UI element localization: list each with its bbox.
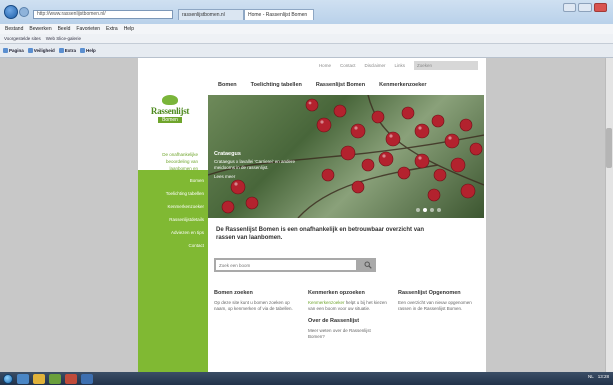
column-subtitle: Over de Rassenlijst: [308, 318, 360, 324]
content-column: Bomen zoeken Op deze site kunt u bomen z…: [214, 290, 294, 312]
sidebar-item-contact[interactable]: Contact: [188, 243, 204, 248]
hero-caption: Crataegus Crataegus x lavallei 'Carriere…: [214, 151, 306, 180]
menu-item[interactable]: Extra: [106, 26, 118, 32]
hero-text: Crataegus x lavallei 'Carrierei' en ande…: [214, 159, 296, 170]
intro-text: De Rassenlijst Bomen is een onafhankelij…: [216, 227, 425, 241]
column-text: Een overzicht van nieuw opgenomen rassen…: [398, 300, 472, 311]
menu-bar: Bestand Bewerken Beeld Favorieten Extra …: [0, 24, 613, 34]
slider-dot-active[interactable]: [423, 208, 427, 212]
sidebar-item-details[interactable]: Rassenlijstdetails: [169, 217, 204, 222]
topnav-disclaimer[interactable]: Disclaimer: [364, 63, 385, 68]
minimize-button[interactable]: [563, 3, 577, 12]
column-text: Meer weten over de Rassenlijst Bomen?: [308, 328, 371, 339]
content-column: Rassenlijst Opgenomen Een overzicht van …: [398, 290, 478, 312]
window-controls: [563, 3, 607, 13]
scrollbar-thumb[interactable]: [606, 128, 612, 168]
main-nav: Bomen Toelichting tabellen Rassenlijst B…: [218, 82, 427, 88]
column-title: Kenmerken opzoeken: [308, 290, 365, 296]
topnav-home[interactable]: Home: [319, 63, 331, 68]
tagline-line: De onafhankelijke: [162, 152, 198, 157]
topnav-links[interactable]: Links: [394, 63, 405, 68]
sidebar-item-adviezen[interactable]: Adviezen en tips: [171, 230, 204, 235]
menu-item[interactable]: Beeld: [58, 26, 71, 32]
sidebar-list: Bomen Toelichting tabellen Kenmerkenzoek…: [140, 178, 204, 248]
folder-icon[interactable]: [33, 373, 45, 384]
command-tools[interactable]: Extra: [58, 48, 76, 53]
column-title: Bomen zoeken: [214, 290, 253, 296]
mainnav-rassenlijst[interactable]: Rassenlijst Bomen: [316, 82, 365, 88]
back-button[interactable]: [4, 5, 18, 19]
sidebar-item-toelichting[interactable]: Toelichting tabellen: [166, 191, 204, 196]
clock[interactable]: 13:28: [598, 374, 609, 379]
browser-tab-active[interactable]: Home - Rassenlijst Bomen: [244, 9, 314, 20]
system-tray: NL 13:28: [588, 374, 609, 379]
maximize-button[interactable]: [578, 3, 592, 12]
browser-tab[interactable]: rassenlijstbomen.nl: [178, 9, 244, 20]
topnav-contact[interactable]: Contact: [340, 63, 356, 68]
forward-button[interactable]: [19, 7, 29, 17]
column-text: Kenmerkenzoeker helpt u bij het kiezen v…: [308, 300, 388, 312]
scrollbar[interactable]: [605, 58, 613, 372]
command-safety[interactable]: Veiligheid: [27, 48, 55, 53]
address-bar[interactable]: http://www.rassenlijstbomen.nl/: [33, 10, 173, 19]
content-column: Kenmerken opzoeken Kenmerkenzoeker helpt…: [308, 290, 388, 340]
word-icon[interactable]: [81, 373, 93, 384]
slider-dot[interactable]: [430, 208, 434, 212]
logo[interactable]: Rassenlijst Bomen: [144, 94, 196, 146]
mainnav-toelichting[interactable]: Toelichting tabellen: [251, 82, 302, 88]
website: Home Contact Disclaimer Links Zoeken Ras…: [138, 58, 486, 372]
app-icon[interactable]: [65, 373, 77, 384]
column-text: Op deze site kunt u bomen zoeken op naam…: [214, 300, 293, 311]
menu-item[interactable]: Bestand: [5, 26, 23, 32]
command-page[interactable]: Pagina: [3, 48, 24, 53]
browser-titlebar: http://www.rassenlijstbomen.nl/ rassenli…: [0, 0, 613, 24]
hero-read-more-link[interactable]: Lees meer: [214, 174, 235, 179]
slider-dot[interactable]: [437, 208, 441, 212]
search-icon[interactable]: [364, 261, 372, 269]
favorite-link[interactable]: Voorgestelde sites: [4, 36, 41, 41]
taskbar: NL 13:28: [0, 372, 613, 385]
mainnav-kenmerken[interactable]: Kenmerkenzoeker: [379, 82, 426, 88]
page-icon: [3, 48, 8, 53]
sidebar-item-kenmerkenzoeker[interactable]: Kenmerkenzoeker: [167, 204, 204, 209]
hero-banner[interactable]: Crataegus Crataegus x lavallei 'Carriere…: [208, 95, 484, 218]
command-bar: Pagina Veiligheid Extra Help: [0, 44, 613, 58]
hero-title: Crataegus: [214, 151, 241, 157]
kenmerkenzoeker-link[interactable]: Kenmerkenzoeker: [308, 300, 345, 305]
sidebar: Bomen Toelichting tabellen Kenmerkenzoek…: [138, 170, 208, 372]
logo-name: Rassenlijst: [150, 106, 190, 116]
language-indicator[interactable]: NL: [588, 374, 594, 379]
sidebar-item-bomen[interactable]: Bomen: [190, 178, 204, 183]
gear-icon: [58, 48, 64, 53]
menu-item[interactable]: Bewerken: [29, 26, 51, 32]
help-icon: [80, 48, 86, 53]
shield-icon: [27, 48, 33, 53]
command-help[interactable]: Help: [80, 48, 96, 53]
menu-item[interactable]: Help: [124, 26, 134, 32]
tagline-line: beoordeling van: [165, 159, 198, 164]
start-button[interactable]: [3, 373, 13, 384]
tree-search-input[interactable]: [216, 260, 356, 270]
ie-icon[interactable]: [17, 373, 29, 384]
favorite-link[interactable]: Web Slice-galerie: [46, 36, 81, 41]
column-title: Rassenlijst Opgenomen: [398, 290, 461, 296]
favorites-bar: Voorgestelde sites Web Slice-galerie: [0, 34, 613, 44]
media-icon[interactable]: [49, 373, 61, 384]
tree-search: [214, 258, 376, 272]
logo-sub: Bomen: [158, 117, 182, 123]
slider-dot[interactable]: [416, 208, 420, 212]
menu-item[interactable]: Favorieten: [76, 26, 100, 32]
slider-dots: [416, 208, 441, 212]
close-button[interactable]: [593, 3, 607, 12]
tree-icon: [160, 94, 180, 106]
top-nav: Home Contact Disclaimer Links Zoeken: [138, 58, 486, 72]
site-search-input[interactable]: Zoeken: [414, 60, 478, 70]
mainnav-bomen[interactable]: Bomen: [218, 82, 237, 88]
